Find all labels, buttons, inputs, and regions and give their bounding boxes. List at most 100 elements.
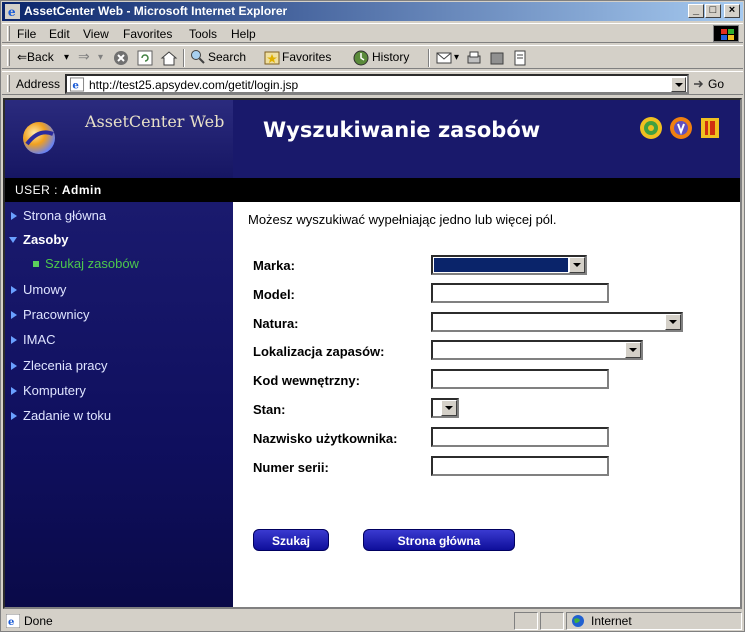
menu-tools[interactable]: Tools — [189, 27, 217, 41]
sidebar-item-zlecenia-pracy[interactable]: Zlecenia pracy — [5, 356, 233, 376]
address-bar: Address e http://test25.apsydev.com/geti… — [2, 71, 743, 95]
field-label-lokalizacja: Lokalizacja zapasów: — [253, 344, 385, 359]
arrow-right-icon — [11, 212, 17, 220]
address-label: Address — [16, 77, 61, 91]
sidebar-item-imac[interactable]: IMAC — [5, 330, 233, 350]
kod-wewnetrzny-input[interactable] — [431, 369, 609, 389]
chevron-down-icon[interactable] — [569, 257, 585, 273]
forward-button[interactable]: ⇒ — [78, 48, 90, 65]
user-label: USER : Admin — [15, 183, 102, 197]
search-button[interactable]: Szukaj — [253, 529, 329, 551]
favorites-button[interactable]: Favorites — [282, 50, 331, 64]
page-viewport: AssetCenter Web Wyszukiwanie zasobów USE… — [3, 98, 742, 609]
favorites-icon — [264, 51, 280, 65]
window-title: AssetCenter Web - Microsoft Internet Exp… — [24, 4, 288, 18]
menu-file[interactable]: File — [17, 27, 36, 41]
arrow-right-icon — [11, 362, 17, 370]
menu-view[interactable]: View — [83, 27, 109, 41]
app-header: AssetCenter Web Wyszukiwanie zasobów — [5, 100, 740, 178]
history-icon — [353, 50, 369, 66]
minimize-button[interactable]: _ — [688, 4, 704, 18]
standard-toolbar: ⇐Back ▾ ⇒ ▾ Search Favorites History ▾ — [2, 45, 743, 69]
chevron-down-icon[interactable] — [625, 342, 641, 358]
sidebar-item-pracownicy[interactable]: Pracownicy — [5, 305, 233, 325]
zone-text: Internet — [591, 614, 632, 628]
menu-favorites[interactable]: Favorites — [123, 27, 172, 41]
browser-window: e AssetCenter Web - Microsoft Internet E… — [0, 0, 745, 632]
history-button[interactable]: History — [372, 50, 409, 64]
menu-help[interactable]: Help — [231, 27, 256, 41]
edit-icon[interactable] — [488, 49, 506, 67]
user-name: Admin — [61, 183, 102, 197]
arrow-right-icon — [11, 336, 17, 344]
home-button[interactable]: Strona główna — [363, 529, 515, 551]
assetcenter-logo-icon — [23, 122, 55, 154]
status-cell — [540, 612, 564, 630]
sidebar-nav: Strona główna Zasoby Szukaj zasobów Umow… — [5, 202, 233, 607]
arrow-right-icon — [11, 311, 17, 319]
chevron-down-icon[interactable] — [441, 400, 457, 416]
sidebar-item-szukaj-zasobow[interactable]: Szukaj zasobów — [5, 254, 233, 274]
sidebar-item-zadanie-w-toku[interactable]: Zadanie w toku — [5, 406, 233, 426]
arrow-down-icon — [9, 237, 17, 243]
field-label-numer-serii: Numer serii: — [253, 460, 329, 475]
svg-text:e: e — [8, 5, 16, 19]
status-cell — [514, 612, 538, 630]
forward-dropdown-icon[interactable]: ▾ — [98, 52, 103, 63]
menu-bar: File Edit View Favorites Tools Help — [2, 23, 743, 43]
nazwisko-input[interactable] — [431, 427, 609, 447]
user-bar: USER : Admin — [5, 178, 740, 202]
chevron-down-icon[interactable] — [665, 314, 681, 330]
mail-dropdown-icon[interactable]: ▾ — [454, 52, 459, 63]
stan-select[interactable] — [431, 398, 459, 418]
stop-icon[interactable] — [112, 49, 130, 67]
ie-page-icon: e — [6, 614, 20, 628]
back-button[interactable]: ⇐Back — [17, 50, 54, 64]
globe-icon — [572, 615, 584, 627]
toolbar-grip[interactable] — [7, 49, 10, 66]
maximize-button[interactable]: □ — [705, 4, 721, 18]
print-icon[interactable] — [465, 49, 483, 67]
numer-serii-input[interactable] — [431, 456, 609, 476]
search-button[interactable]: Search — [208, 50, 246, 64]
exit-door-icon[interactable] — [698, 116, 722, 140]
toolbar-grip[interactable] — [7, 75, 10, 92]
sidebar-item-zasoby[interactable]: Zasoby — [5, 230, 233, 250]
search-icon — [191, 50, 205, 64]
field-label-kod-wewnetrzny: Kod wewnętrzny: — [253, 373, 360, 388]
address-url: http://test25.apsydev.com/getit/login.js… — [89, 78, 299, 92]
sidebar-item-umowy[interactable]: Umowy — [5, 280, 233, 300]
lokalizacja-select[interactable] — [431, 340, 643, 360]
page-title: Wyszukiwanie zasobów — [263, 118, 541, 142]
close-button[interactable]: × — [724, 4, 740, 18]
home-icon[interactable] — [160, 49, 178, 67]
marka-select[interactable] — [431, 255, 587, 275]
refresh-icon[interactable] — [136, 49, 154, 67]
toolbar-grip[interactable] — [7, 26, 10, 41]
field-label-model: Model: — [253, 287, 295, 302]
field-label-nazwisko: Nazwisko użytkownika: — [253, 431, 398, 446]
toolbar-separator — [428, 49, 430, 67]
sidebar-item-strona-glowna[interactable]: Strona główna — [5, 206, 233, 226]
help-icon[interactable] — [669, 116, 693, 140]
back-dropdown-icon[interactable]: ▾ — [64, 52, 69, 63]
page-icon: e — [69, 77, 85, 92]
address-input[interactable]: e http://test25.apsydev.com/getit/login.… — [65, 74, 689, 94]
arrow-right-icon — [11, 412, 17, 420]
model-input[interactable] — [431, 283, 609, 303]
selected-highlight — [434, 258, 568, 272]
title-bar: e AssetCenter Web - Microsoft Internet E… — [2, 2, 743, 21]
windows-logo-icon — [713, 25, 739, 42]
sidebar-item-komputery[interactable]: Komputery — [5, 381, 233, 401]
discuss-icon[interactable] — [511, 49, 529, 67]
brand-panel: AssetCenter Web — [5, 100, 233, 178]
toolbar-separator — [183, 49, 185, 67]
natura-select[interactable] — [431, 312, 683, 332]
status-text: Done — [24, 614, 53, 628]
address-dropdown-button[interactable] — [671, 77, 686, 92]
target-icon[interactable] — [639, 116, 663, 140]
menu-edit[interactable]: Edit — [49, 27, 70, 41]
go-arrow-icon[interactable] — [692, 77, 706, 91]
go-button[interactable]: Go — [708, 77, 724, 91]
mail-icon[interactable] — [435, 49, 453, 67]
